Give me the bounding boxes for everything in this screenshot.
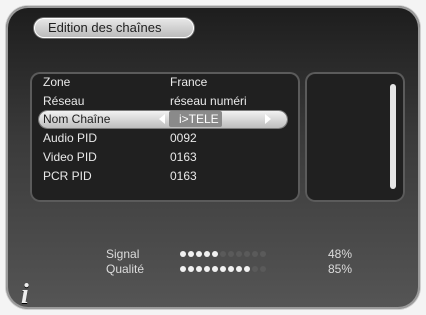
meter-segment	[212, 266, 218, 272]
meter-segment	[180, 266, 186, 272]
field-label: Réseau	[43, 94, 85, 108]
quality-label: Qualité	[106, 262, 145, 276]
signal-meter	[180, 251, 266, 257]
quality-percent: 85%	[328, 262, 353, 276]
field-label: Zone	[43, 75, 71, 89]
meter-segment	[220, 251, 226, 257]
field-row-video-pid[interactable]: Video PID 0163	[43, 149, 283, 165]
page-title: Edition des chaînes	[34, 18, 194, 38]
field-value: 0163	[170, 169, 197, 183]
meter-segment	[180, 251, 186, 257]
field-label: Nom Chaîne	[43, 112, 111, 126]
meter-segment	[212, 251, 218, 257]
meter-segment	[252, 266, 258, 272]
field-value: réseau numéri	[170, 94, 247, 108]
field-row-pcr-pid[interactable]: PCR PID 0163	[43, 168, 283, 184]
field-row-reseau[interactable]: Réseau réseau numéri	[43, 93, 283, 109]
field-value: France	[170, 75, 208, 89]
scrollbar[interactable]	[390, 84, 396, 189]
field-row-nom-chaine[interactable]: Nom Chaîne i>TELE	[39, 111, 287, 128]
info-icon[interactable]: i	[21, 281, 29, 309]
meter-segment	[204, 266, 210, 272]
quality-meter	[180, 266, 266, 272]
meter-segment	[204, 251, 210, 257]
meter-segment	[228, 266, 234, 272]
meter-segment	[252, 251, 258, 257]
meter-segment	[236, 251, 242, 257]
meter-segment	[196, 251, 202, 257]
meter-segment	[228, 251, 234, 257]
signal-percent: 48%	[328, 247, 353, 261]
field-label: Video PID	[43, 150, 97, 164]
meter-segment	[244, 251, 250, 257]
meter-segment	[188, 251, 194, 257]
meter-segment	[260, 251, 266, 257]
field-value: 0092	[170, 131, 197, 145]
chevron-left-icon[interactable]	[159, 114, 165, 124]
field-row-audio-pid[interactable]: Audio PID 0092	[43, 130, 283, 146]
meter-segment	[220, 266, 226, 272]
chevron-right-icon[interactable]	[265, 114, 271, 124]
field-label: PCR PID	[43, 169, 92, 183]
main-frame: Edition des chaînes Zone France Réseau r…	[6, 6, 420, 309]
field-row-zone[interactable]: Zone France	[43, 74, 283, 90]
field-value: i>TELE	[169, 111, 222, 127]
meter-segment	[188, 266, 194, 272]
meter-segment	[196, 266, 202, 272]
field-value: 0163	[170, 150, 197, 164]
field-label: Audio PID	[43, 131, 98, 145]
signal-label: Signal	[106, 247, 140, 261]
meter-segment	[244, 266, 250, 272]
meter-segment	[260, 266, 266, 272]
meter-segment	[236, 266, 242, 272]
